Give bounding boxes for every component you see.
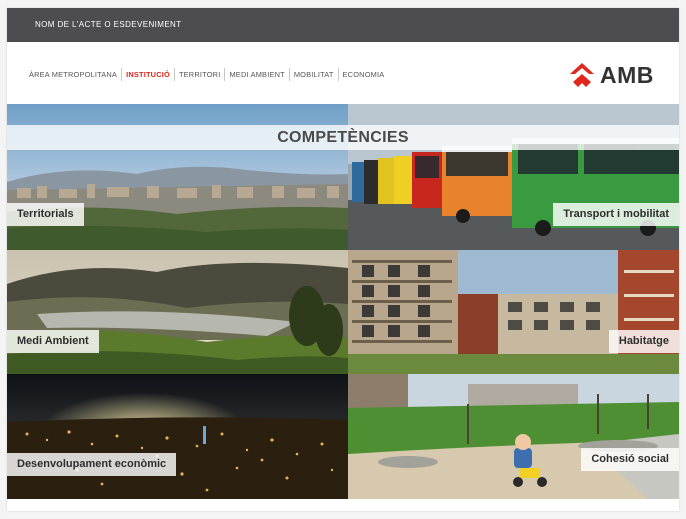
tile-label: Habitatge — [608, 330, 679, 353]
logo-text: AMB — [600, 61, 654, 88]
main-nav: ÀREA METROPOLITANA INSTITUCIÓ TERRITORI … — [29, 67, 385, 81]
navigation-bar: ÀREA METROPOLITANA INSTITUCIÓ TERRITORI … — [7, 42, 679, 104]
tile-cohesio-social[interactable]: Cohesió social — [348, 374, 679, 499]
night-city-image — [7, 374, 348, 499]
park-child-image — [348, 374, 679, 499]
nav-item-mobilitat[interactable]: MOBILITAT — [294, 70, 334, 79]
tile-label: Desenvolupament econòmic — [7, 453, 177, 476]
nav-divider — [173, 67, 175, 81]
bottom-strip — [7, 499, 679, 511]
presentation-slide: NOM DE L'ACTE O ESDEVENIMENT ÀREA METROP… — [7, 8, 679, 511]
valley-landscape-image — [7, 250, 348, 374]
nav-item-institucio[interactable]: INSTITUCIÓ — [126, 70, 170, 79]
top-bar: NOM DE L'ACTE O ESDEVENIMENT — [7, 8, 679, 42]
page-title: COMPETÈNCIES — [277, 129, 409, 146]
tile-label: Cohesió social — [581, 448, 679, 471]
competencies-grid: Territorials Transport i mobilitat Medi … — [7, 104, 679, 499]
nav-item-medi-ambient[interactable]: MEDI AMBIENT — [229, 70, 284, 79]
tile-label: Territorials — [7, 203, 84, 226]
nav-divider — [224, 67, 226, 81]
nav-item-economia[interactable]: ECONOMIA — [343, 70, 385, 79]
nav-divider — [337, 67, 339, 81]
nav-divider — [121, 67, 123, 81]
tile-habitatge[interactable]: Habitatge — [348, 250, 679, 374]
tile-desenvolupament-economic[interactable]: Desenvolupament econòmic — [7, 374, 348, 499]
amb-chevron-logo-icon — [570, 63, 594, 87]
nav-item-territori[interactable]: TERRITORI — [179, 70, 221, 79]
nav-item-area-metropolitana[interactable]: ÀREA METROPOLITANA — [29, 70, 117, 79]
event-name: NOM DE L'ACTE O ESDEVENIMENT — [35, 20, 182, 29]
nav-divider — [288, 67, 290, 81]
housing-buildings-image — [348, 250, 679, 374]
tile-label: Transport i mobilitat — [553, 203, 679, 226]
tile-medi-ambient[interactable]: Medi Ambient — [7, 250, 348, 374]
tile-label: Medi Ambient — [7, 330, 99, 353]
amb-logo[interactable]: AMB — [569, 60, 669, 90]
